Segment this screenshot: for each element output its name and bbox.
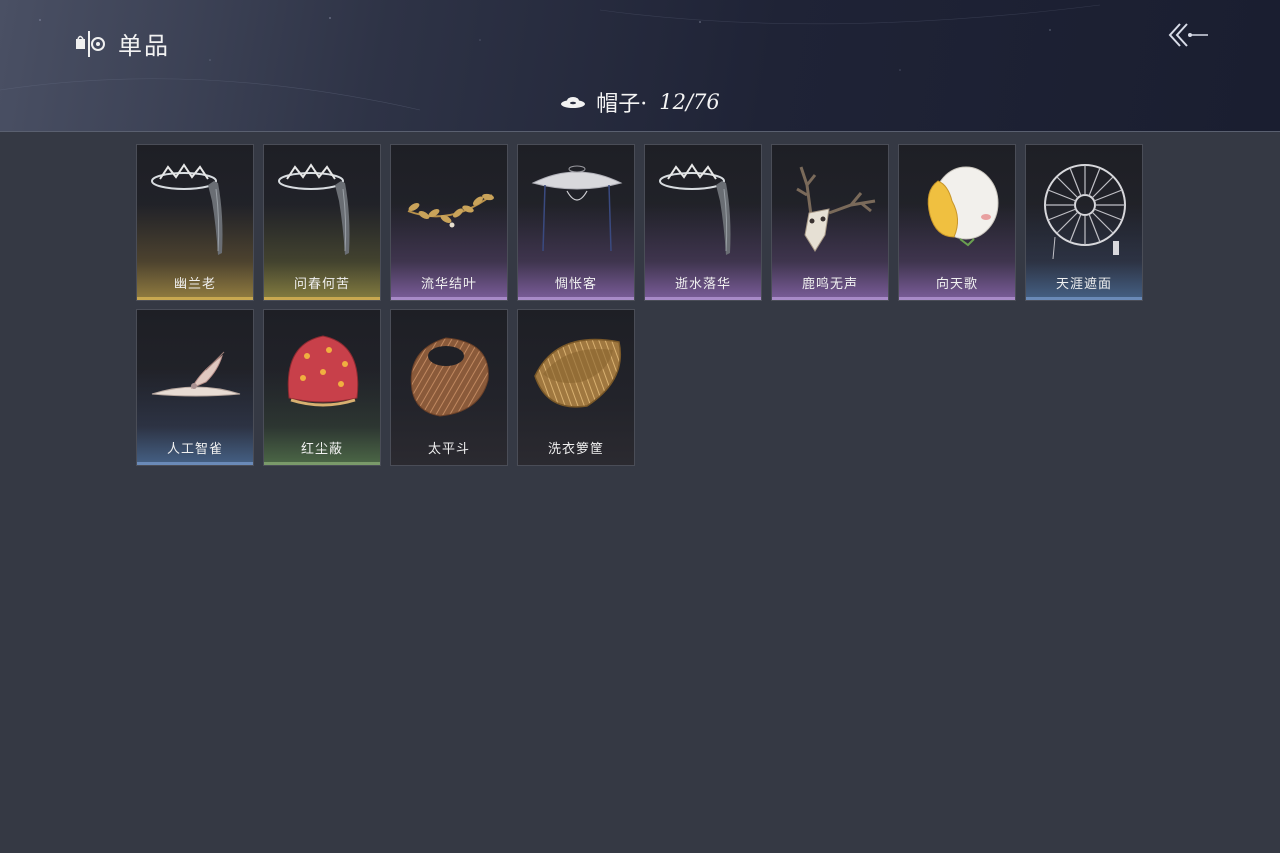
item-name: 红尘蔽 [300,442,343,457]
item-card[interactable]: 逝水落华 [644,144,762,301]
category-label: 帽子· [596,92,648,117]
bird-ornament-hat-icon [151,351,241,397]
item-card[interactable]: 鹿鸣无声 [771,144,889,301]
item-card[interactable]: 天涯遮面 [1025,144,1143,301]
rarity-bar [1026,297,1142,300]
item-name: 惆怅客 [554,277,597,292]
item-name: 逝水落华 [674,277,731,292]
item-card[interactable]: 流华结叶 [390,144,508,301]
item-name: 幽兰老 [173,277,216,292]
collection-count: 12/76 [659,90,720,114]
rarity-bar [772,297,888,300]
rarity-bar [264,297,380,300]
page-title-group: 单品 [74,26,170,61]
category-header: 帽子· 12/76 [0,86,1280,118]
deer-skull-antlers-icon [796,166,876,252]
wardrobe-icon [76,30,105,57]
item-card[interactable]: 人工智雀 [136,309,254,466]
item-name: 流华结叶 [420,277,477,292]
rarity-bar [137,297,253,300]
page-title: 单品 [118,32,170,60]
rarity-bar [518,297,634,300]
laundry-basket-hat-icon [534,338,622,408]
golden-laurel-wreath-icon [407,193,494,228]
ring-veil-hat-icon [1044,164,1126,260]
top-banner: 单品 帽子· 12/76 [0,0,1280,132]
item-name: 鹿鸣无声 [801,277,858,292]
gauze-bamboo-hat-icon [531,165,623,252]
item-card[interactable]: 太平斗 [390,309,508,466]
rarity-bar [899,297,1015,300]
item-card[interactable]: 洗衣箩筐 [517,309,635,466]
rarity-bar [264,462,380,465]
bone-crown-veil-hat-icon [659,163,731,255]
woven-bucket-hat-icon [410,337,489,417]
item-name: 人工智雀 [166,442,223,457]
item-name: 向天歌 [935,277,978,292]
rarity-bar [645,297,761,300]
rarity-bar [391,297,507,300]
back-arrow-icon[interactable] [1166,18,1212,52]
item-card[interactable]: 惆怅客 [517,144,635,301]
item-name: 问春何苦 [293,277,350,292]
item-card[interactable]: 向天歌 [898,144,1016,301]
hat-icon [561,97,586,108]
item-name: 天涯遮面 [1055,277,1112,292]
bone-crown-veil-hat-icon [151,163,223,255]
duck-head-hat-icon [927,166,999,247]
item-card[interactable]: 幽兰老 [136,144,254,301]
rarity-bar [137,462,253,465]
bone-crown-veil-hat-icon [278,163,350,255]
item-card[interactable]: 问春何苦 [263,144,381,301]
header-divider [0,131,1280,132]
item-grid: 幽兰老 问春何苦 流华结叶 惆怅客 逝水落华 鹿鸣无声 向天歌 天涯遮面 人工智… [136,144,1143,466]
item-name: 太平斗 [427,442,470,457]
red-cloth-hood-icon [287,335,359,407]
item-name: 洗衣箩筐 [547,442,604,457]
item-card[interactable]: 红尘蔽 [263,309,381,466]
